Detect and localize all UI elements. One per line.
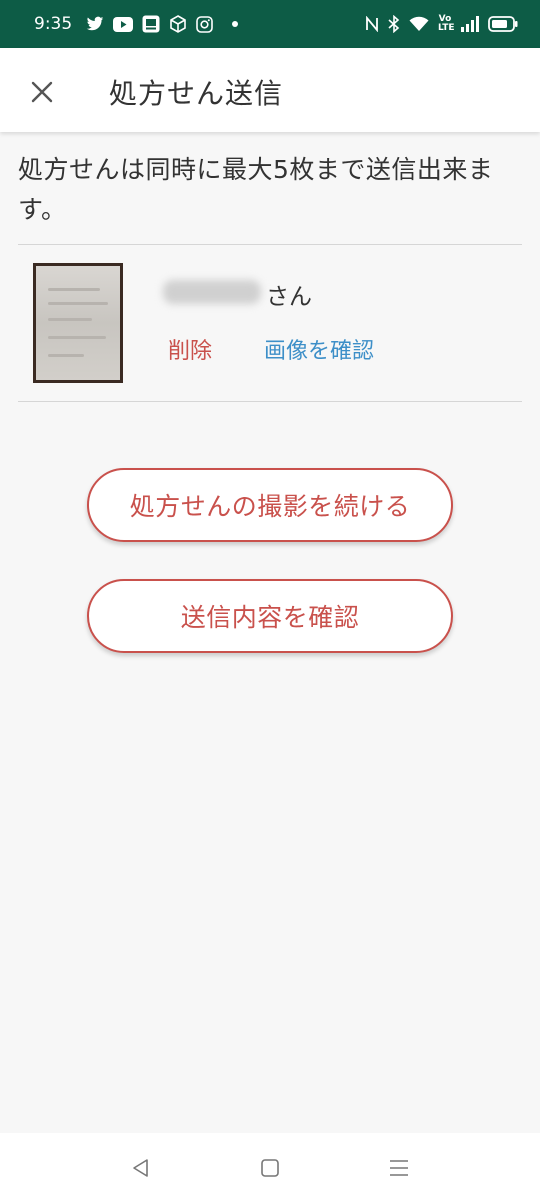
recents-button[interactable]	[384, 1153, 414, 1183]
status-time: 9:35	[34, 14, 73, 34]
home-button[interactable]	[255, 1153, 285, 1183]
bluetooth-icon	[388, 15, 400, 33]
signal-icon	[461, 16, 479, 32]
prescription-thumbnail[interactable]	[33, 263, 123, 383]
status-bar: 9:35 Vo LTE	[0, 0, 540, 48]
box-icon	[169, 15, 187, 33]
send-limit-notice: 処方せんは同時に最大5枚まで送信出来ます。	[18, 155, 494, 224]
close-icon	[31, 81, 53, 103]
divider	[18, 244, 522, 245]
divider	[18, 401, 522, 402]
confirm-send-button[interactable]: 送信内容を確認	[87, 579, 453, 653]
system-status-icons: Vo LTE	[365, 15, 518, 33]
app-icon	[142, 15, 160, 33]
continue-capture-button[interactable]: 処方せんの撮影を続ける	[87, 468, 453, 542]
youtube-icon	[113, 16, 134, 32]
app-bar: 処方せん送信	[0, 48, 540, 132]
instagram-icon	[196, 15, 213, 33]
view-image-link[interactable]: 画像を確認	[264, 333, 374, 365]
notification-icons	[86, 15, 239, 33]
dot-icon	[232, 21, 239, 27]
patient-name-suffix: さん	[266, 284, 312, 310]
home-icon	[261, 1159, 279, 1177]
wifi-icon	[409, 16, 429, 32]
back-button[interactable]	[126, 1153, 156, 1183]
close-button[interactable]	[22, 72, 62, 112]
patient-name-redacted	[163, 280, 261, 304]
twitter-icon	[86, 16, 104, 32]
back-icon	[133, 1159, 148, 1177]
battery-icon	[488, 16, 518, 32]
page-title: 処方せん送信	[109, 77, 284, 110]
menu-icon	[390, 1160, 408, 1176]
nfc-icon	[365, 16, 379, 32]
volte-icon: Vo LTE	[438, 14, 455, 33]
delete-link[interactable]: 削除	[168, 333, 212, 365]
system-nav-bar	[0, 1133, 540, 1200]
